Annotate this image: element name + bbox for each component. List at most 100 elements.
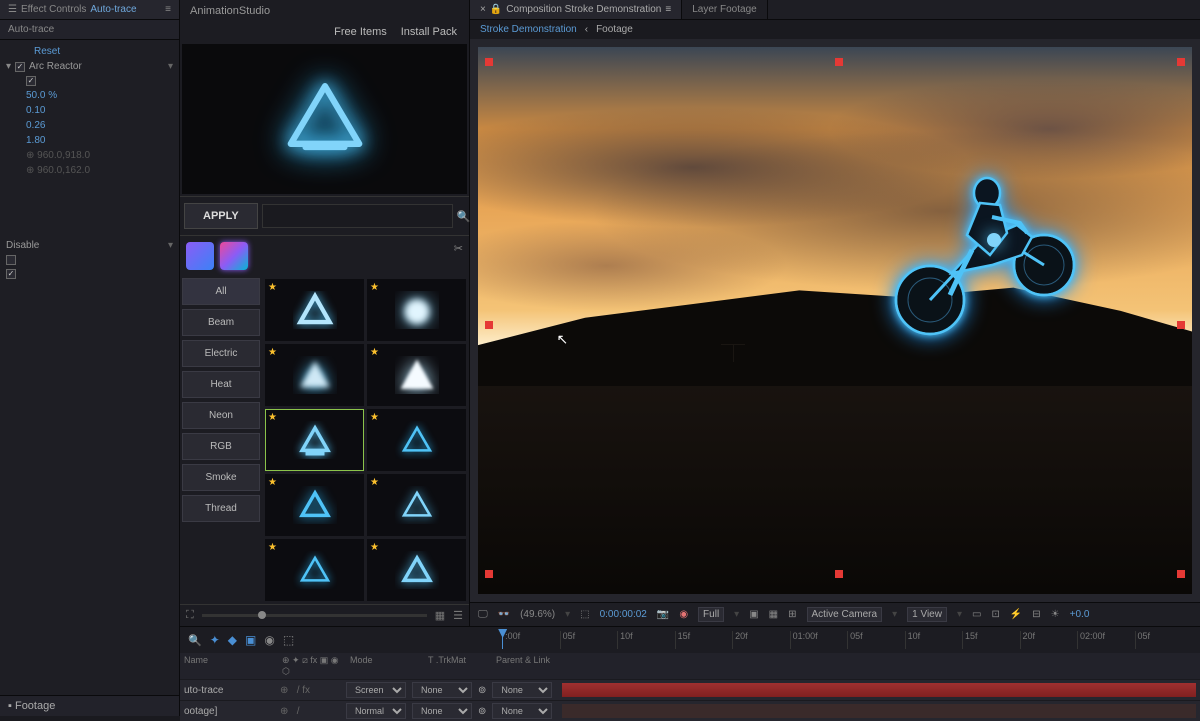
pickwhip-icon[interactable]: ⊚ (478, 706, 486, 717)
tab-menu-icon[interactable]: ≡ (665, 4, 671, 15)
chevron-down-icon[interactable]: ▾ (168, 240, 173, 251)
param-value-4[interactable]: 1.80 (26, 135, 45, 146)
tl-tool-icon-4[interactable]: ◉ (264, 633, 274, 647)
list-view-icon[interactable]: ☰ (453, 609, 463, 622)
disable-checkbox-1[interactable] (6, 255, 16, 265)
views-select[interactable]: 1 View (907, 607, 947, 622)
timeline-icon[interactable]: ⊟ (1032, 609, 1040, 620)
category-all[interactable]: All (182, 278, 260, 305)
exposure-icon[interactable]: ☀ (1051, 609, 1060, 620)
category-smoke[interactable]: Smoke (182, 464, 260, 491)
preset-item[interactable]: ★ (367, 474, 466, 536)
preset-item[interactable]: ★ (367, 409, 466, 471)
expand-icon[interactable]: ⛶ (186, 609, 194, 622)
anchor-icon-2[interactable]: ⊕ (26, 165, 34, 176)
category-thread[interactable]: Thread (182, 495, 260, 522)
preset-item[interactable]: ★ (367, 539, 466, 601)
preset-item[interactable]: ★ (265, 279, 364, 341)
preset-item-selected[interactable]: ★ (265, 409, 364, 471)
vr-icon[interactable]: 👓 (498, 609, 510, 620)
star-icon[interactable]: ★ (370, 347, 379, 358)
install-pack-link[interactable]: Install Pack (401, 26, 457, 38)
chevron-down-icon[interactable]: ▾ (168, 61, 173, 72)
layer-track-1[interactable] (562, 683, 1196, 697)
pixel-aspect-icon[interactable]: ⊡ (991, 609, 999, 620)
timeline-layer-row[interactable]: ootage] ⊕ / Normal None ⊚ None (180, 700, 1200, 721)
param-value-3[interactable]: 0.26 (26, 120, 45, 131)
footage-panel-tab[interactable]: ▪ Footage (0, 695, 179, 716)
disable-checkbox-2[interactable] (6, 269, 16, 279)
category-neon[interactable]: Neon (182, 402, 260, 429)
preset-item[interactable]: ★ (265, 344, 364, 406)
param-value-1[interactable]: 50.0 % (26, 90, 57, 101)
param-checkbox-1[interactable] (26, 76, 36, 86)
pickwhip-icon[interactable]: ⊚ (478, 685, 486, 696)
roi-icon[interactable]: ▣ (749, 609, 758, 620)
playhead[interactable] (502, 631, 503, 649)
effect-enable-checkbox[interactable] (15, 62, 25, 72)
zoom-slider[interactable] (202, 614, 427, 617)
tl-tool-icon-2[interactable]: ◆ (228, 633, 237, 647)
grid-view-icon[interactable]: ▦ (435, 609, 445, 622)
star-icon[interactable]: ★ (370, 412, 379, 423)
anchor-value-2[interactable]: 960.0,162.0 (37, 165, 90, 176)
panel-menu-icon[interactable]: ≡ (165, 4, 171, 15)
preset-item[interactable]: ★ (367, 279, 466, 341)
pack-icon-1[interactable] (186, 242, 214, 270)
preset-item[interactable]: ★ (367, 344, 466, 406)
category-rgb[interactable]: RGB (182, 433, 260, 460)
fast-preview-icon[interactable]: ⚡ (1010, 609, 1022, 620)
dpr-icon[interactable]: ⬚ (580, 609, 589, 620)
star-icon[interactable]: ★ (268, 347, 277, 358)
exposure-value[interactable]: +0.0 (1070, 609, 1090, 620)
trkmat-select-1[interactable]: None (412, 682, 472, 698)
anchor-icon[interactable]: ⊕ (26, 150, 34, 161)
star-icon[interactable]: ★ (370, 477, 379, 488)
reset-link[interactable]: Reset (34, 46, 60, 57)
timeline-ruler[interactable]: :00f 05f 10f 15f 20f 01:00f 05f 10f 15f … (502, 631, 1192, 649)
snapshot-icon[interactable]: 📷 (657, 609, 669, 620)
param-value-2[interactable]: 0.10 (26, 105, 45, 116)
tab-layer-footage[interactable]: Layer Footage (682, 0, 768, 19)
hamburger-icon[interactable]: ☰ (8, 4, 17, 15)
category-electric[interactable]: Electric (182, 340, 260, 367)
star-icon[interactable]: ★ (268, 412, 277, 423)
composition-viewport[interactable]: ↖ (470, 39, 1200, 602)
lock-icon[interactable]: 🔒 (490, 4, 502, 15)
star-icon[interactable]: ★ (370, 542, 379, 553)
tools-icon[interactable]: ✂ (454, 242, 463, 270)
star-icon[interactable]: ★ (370, 282, 379, 293)
zoom-value[interactable]: (49.6%) (520, 609, 555, 620)
star-icon[interactable]: ★ (268, 542, 277, 553)
preset-item[interactable]: ★ (265, 539, 364, 601)
resolution-select[interactable]: Full (698, 607, 724, 622)
mode-select-1[interactable]: Screen (346, 682, 406, 698)
timeline-layer-row[interactable]: uto-trace ⊕ / fx Screen None ⊚ None (180, 679, 1200, 700)
layer-track-2[interactable] (562, 704, 1196, 718)
preset-item[interactable]: ★ (265, 474, 364, 536)
breadcrumb-prev[interactable]: Footage (596, 24, 633, 35)
star-icon[interactable]: ★ (268, 477, 277, 488)
tab-composition[interactable]: × 🔒 Composition Stroke Demonstration ≡ (470, 0, 682, 19)
breadcrumb-current[interactable]: Stroke Demonstration (480, 24, 577, 35)
view-option-icon[interactable]: ▭ (972, 609, 981, 620)
search-icon[interactable]: 🔍 (457, 210, 471, 223)
parent-select-2[interactable]: None (492, 703, 552, 719)
tl-tool-icon-1[interactable]: ✦ (210, 633, 220, 647)
tl-tool-icon-5[interactable]: ⬚ (283, 633, 294, 647)
tl-tool-icon-3[interactable]: ▣ (245, 633, 256, 647)
monitor-icon[interactable]: 🖵 (478, 609, 488, 620)
camera-select[interactable]: Active Camera (807, 607, 883, 622)
search-input[interactable] (262, 204, 453, 228)
effect-controls-tab[interactable]: ☰ Effect Controls Auto-trace ≡ (0, 0, 179, 20)
apply-button[interactable]: APPLY (184, 203, 258, 229)
free-items-link[interactable]: Free Items (334, 26, 387, 38)
parent-select-1[interactable]: None (492, 682, 552, 698)
guides-icon[interactable]: ⊞ (788, 609, 796, 620)
anchor-value-1[interactable]: 960.0,918.0 (37, 150, 90, 161)
close-icon[interactable]: × (480, 4, 486, 15)
twirl-icon[interactable]: ▾ (6, 61, 11, 72)
trkmat-select-2[interactable]: None (412, 703, 472, 719)
timecode-value[interactable]: 0:00:00:02 (600, 609, 647, 620)
grid-icon[interactable]: ▦ (769, 609, 778, 620)
